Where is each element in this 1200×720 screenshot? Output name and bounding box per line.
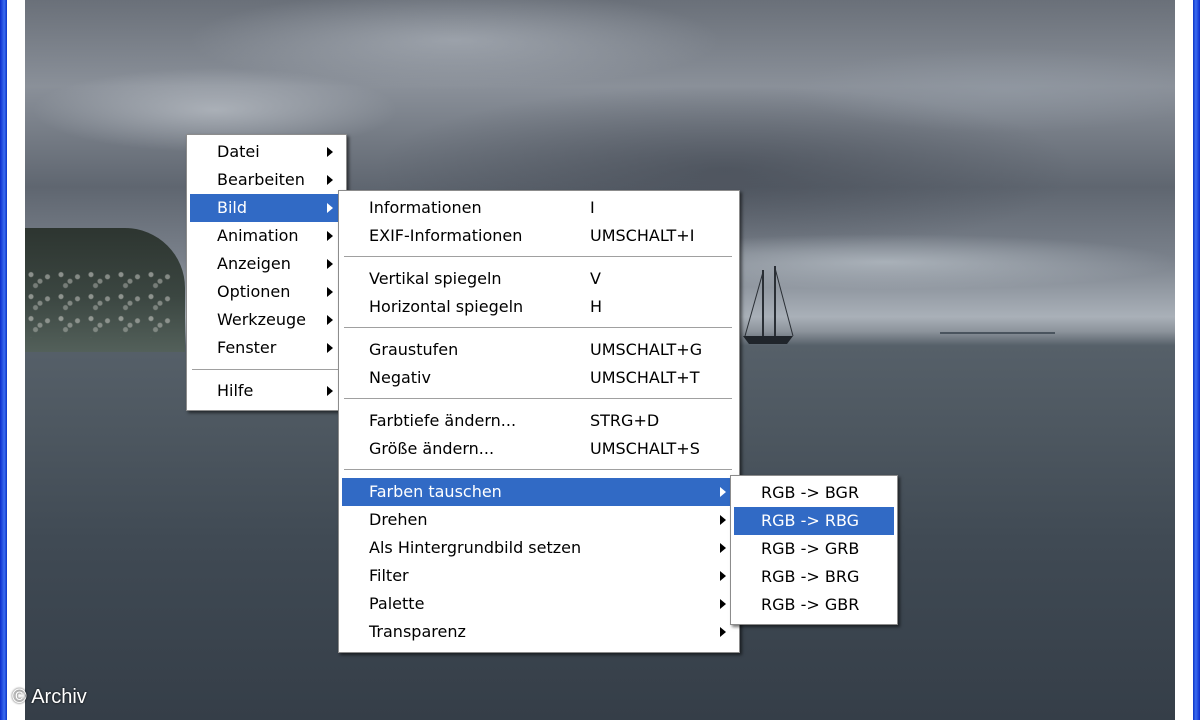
menu-item-exif-informationen[interactable]: EXIF-Informationen UMSCHALT+I bbox=[342, 222, 736, 250]
watermark-text: © Archiv bbox=[12, 686, 87, 708]
menu-item-label: RGB -> BGR bbox=[761, 483, 860, 502]
menu-separator bbox=[344, 327, 732, 329]
submenu-arrow-icon bbox=[327, 386, 333, 396]
menu-item-label: Informationen bbox=[369, 198, 482, 217]
submenu-arrow-icon bbox=[327, 287, 333, 297]
menu-item-shortcut: UMSCHALT+G bbox=[590, 340, 703, 359]
menu-item-label: Größe ändern... bbox=[369, 439, 495, 458]
window-border-right bbox=[1193, 0, 1200, 720]
submenu-arrow-icon bbox=[327, 231, 333, 241]
menu-item-label: Als Hintergrundbild setzen bbox=[369, 538, 582, 557]
menu-item-label: RGB -> GRB bbox=[761, 539, 860, 558]
menu-item-rgb-bgr[interactable]: RGB -> BGR bbox=[734, 479, 894, 507]
menu-item-animation[interactable]: Animation bbox=[190, 222, 343, 250]
menu-item-bearbeiten[interactable]: Bearbeiten bbox=[190, 166, 343, 194]
menu-item-palette[interactable]: Palette bbox=[342, 590, 736, 618]
menu-item-label: Filter bbox=[369, 566, 409, 585]
menu-item-label: Farben tauschen bbox=[369, 482, 502, 501]
menu-item-hilfe[interactable]: Hilfe bbox=[190, 377, 343, 405]
menu-item-anzeigen[interactable]: Anzeigen bbox=[190, 250, 343, 278]
sailboat bbox=[743, 266, 794, 344]
menu-item-label: Bild bbox=[217, 198, 248, 217]
submenu-arrow-icon bbox=[720, 543, 726, 553]
menu-item-filter[interactable]: Filter bbox=[342, 562, 736, 590]
menu-item-label: Drehen bbox=[369, 510, 428, 529]
menu-item-label: Anzeigen bbox=[217, 254, 291, 273]
menu-item-rgb-gbr[interactable]: RGB -> GBR bbox=[734, 591, 894, 619]
menu-item-label: Farbtiefe ändern... bbox=[369, 411, 517, 430]
submenu-arrow-icon bbox=[327, 315, 333, 325]
menu-item-shortcut: STRG+D bbox=[590, 411, 660, 430]
menu-separator bbox=[344, 469, 732, 471]
menu-item-drehen[interactable]: Drehen bbox=[342, 506, 736, 534]
menu-item-label: Palette bbox=[369, 594, 425, 613]
menu-item-informationen[interactable]: Informationen I bbox=[342, 194, 736, 222]
menu-separator bbox=[344, 256, 732, 258]
menu-item-shortcut: I bbox=[590, 198, 595, 217]
menu-item-shortcut: UMSCHALT+I bbox=[590, 226, 695, 245]
menu-item-farbtiefe-aendern[interactable]: Farbtiefe ändern... STRG+D bbox=[342, 407, 736, 435]
submenu-arrow-icon bbox=[720, 515, 726, 525]
menu-item-label: Datei bbox=[217, 142, 260, 161]
submenu-arrow-icon bbox=[327, 259, 333, 269]
screenshot-frame: © Archiv Datei Bearbeiten Bild Animation… bbox=[0, 0, 1200, 720]
submenu-arrow-icon bbox=[327, 175, 333, 185]
menu-item-shortcut: UMSCHALT+S bbox=[590, 439, 700, 458]
menu-item-negativ[interactable]: Negativ UMSCHALT+T bbox=[342, 364, 736, 392]
menu-item-shortcut: V bbox=[590, 269, 601, 288]
menu-item-label: Fenster bbox=[217, 338, 277, 357]
menu-item-bild[interactable]: Bild bbox=[190, 194, 343, 222]
menu-item-label: Negativ bbox=[369, 368, 431, 387]
menu-item-werkzeuge[interactable]: Werkzeuge bbox=[190, 306, 343, 334]
menu-item-label: RGB -> RBG bbox=[761, 511, 860, 530]
menu-item-label: EXIF-Informationen bbox=[369, 226, 523, 245]
menu-item-label: Animation bbox=[217, 226, 299, 245]
menu-item-rgb-rbg[interactable]: RGB -> RBG bbox=[734, 507, 894, 535]
menu-item-graustufen[interactable]: Graustufen UMSCHALT+G bbox=[342, 336, 736, 364]
menu-item-label: Graustufen bbox=[369, 340, 459, 359]
menu-item-rgb-brg[interactable]: RGB -> BRG bbox=[734, 563, 894, 591]
coastline-buildings bbox=[25, 268, 175, 338]
menu-item-label: Horizontal spiegeln bbox=[369, 297, 524, 316]
submenu-bild: Informationen I EXIF-Informationen UMSCH… bbox=[338, 190, 740, 653]
submenu-arrow-icon bbox=[327, 343, 333, 353]
menu-item-datei[interactable]: Datei bbox=[190, 138, 343, 166]
menu-item-horizontal-spiegeln[interactable]: Horizontal spiegeln H bbox=[342, 293, 736, 321]
submenu-arrow-icon bbox=[720, 599, 726, 609]
menu-item-rgb-grb[interactable]: RGB -> GRB bbox=[734, 535, 894, 563]
submenu-arrow-icon bbox=[720, 627, 726, 637]
submenu-arrow-icon bbox=[327, 203, 333, 213]
submenu-farben-tauschen: RGB -> BGR RGB -> RBG RGB -> GRB RGB -> … bbox=[730, 475, 898, 625]
menu-item-vertikal-spiegeln[interactable]: Vertikal spiegeln V bbox=[342, 265, 736, 293]
distant-ship bbox=[940, 332, 1055, 334]
menu-item-label: Hilfe bbox=[217, 381, 254, 400]
menu-item-shortcut: H bbox=[590, 297, 603, 316]
menu-item-label: RGB -> BRG bbox=[761, 567, 860, 586]
menu-separator bbox=[192, 369, 341, 371]
menu-item-optionen[interactable]: Optionen bbox=[190, 278, 343, 306]
menu-item-label: Transparenz bbox=[369, 622, 466, 641]
menu-separator bbox=[344, 398, 732, 400]
window-border-left bbox=[0, 0, 7, 720]
submenu-arrow-icon bbox=[327, 147, 333, 157]
menu-item-label: Optionen bbox=[217, 282, 291, 301]
menu-item-shortcut: UMSCHALT+T bbox=[590, 368, 700, 387]
menu-item-als-hintergrundbild-setzen[interactable]: Als Hintergrundbild setzen bbox=[342, 534, 736, 562]
menu-item-transparenz[interactable]: Transparenz bbox=[342, 618, 736, 646]
menu-item-label: Bearbeiten bbox=[217, 170, 305, 189]
menu-item-fenster[interactable]: Fenster bbox=[190, 334, 343, 362]
submenu-arrow-icon bbox=[720, 571, 726, 581]
menu-item-label: Vertikal spiegeln bbox=[369, 269, 502, 288]
menu-item-label: RGB -> GBR bbox=[761, 595, 860, 614]
menu-item-farben-tauschen[interactable]: Farben tauschen bbox=[342, 478, 736, 506]
menu-item-label: Werkzeuge bbox=[217, 310, 306, 329]
context-menu-main: Datei Bearbeiten Bild Animation Anzeigen… bbox=[186, 134, 347, 411]
menu-item-groesse-aendern[interactable]: Größe ändern... UMSCHALT+S bbox=[342, 435, 736, 463]
submenu-arrow-icon bbox=[720, 487, 726, 497]
